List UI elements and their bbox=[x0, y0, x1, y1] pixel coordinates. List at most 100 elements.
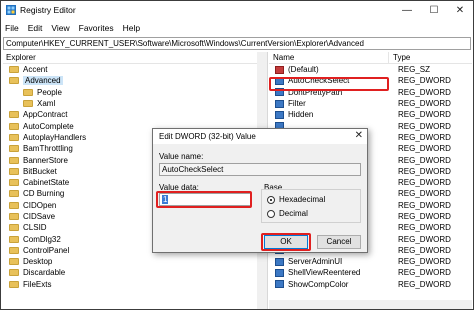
tree-header: Explorer bbox=[3, 52, 267, 64]
folder-icon bbox=[9, 167, 19, 175]
tree-item-label: ControlPanel bbox=[23, 245, 70, 255]
tree-item-label: CD Burning bbox=[23, 189, 65, 199]
cancel-button[interactable]: Cancel bbox=[317, 235, 361, 249]
folder-icon bbox=[9, 122, 19, 130]
dword-value-icon bbox=[275, 257, 284, 266]
tree-item[interactable]: Accent bbox=[3, 64, 267, 75]
menu-file[interactable]: File bbox=[5, 23, 19, 33]
tree-item-label: CIDSave bbox=[23, 212, 56, 221]
value-name: ShellViewReentered bbox=[288, 268, 361, 278]
value-row[interactable]: (Default) REG_SZ bbox=[269, 64, 472, 75]
column-type-header[interactable]: Type bbox=[389, 52, 410, 63]
tree-item[interactable]: AppContract bbox=[3, 109, 267, 120]
value-type: REG_DWORD bbox=[398, 223, 451, 233]
tree-item[interactable]: Discardable bbox=[3, 267, 267, 278]
value-name: Hidden bbox=[288, 110, 314, 120]
folder-icon bbox=[9, 224, 19, 232]
tree-item[interactable]: People bbox=[3, 87, 267, 98]
value-type: REG_DWORD bbox=[398, 76, 451, 86]
tree-item[interactable]: Xaml bbox=[3, 98, 267, 109]
value-type: REG_SZ bbox=[398, 65, 431, 75]
tree-item-label: People bbox=[37, 87, 62, 97]
folder-icon bbox=[9, 66, 19, 74]
tree-item[interactable]: FileExts bbox=[3, 279, 267, 290]
folder-icon bbox=[9, 213, 19, 220]
folder-icon bbox=[9, 77, 19, 85]
value-type: REG_DWORD bbox=[398, 279, 451, 289]
value-row[interactable]: ShellViewReentered REG_DWORD bbox=[269, 267, 472, 278]
tree-item-label: Accent bbox=[23, 65, 48, 75]
dword-value-icon bbox=[275, 99, 284, 108]
menu-help[interactable]: Help bbox=[123, 23, 140, 33]
menu-edit[interactable]: Edit bbox=[28, 23, 43, 33]
value-row[interactable]: Filter REG_DWORD bbox=[269, 98, 472, 109]
tree-item-label: BannerStore bbox=[23, 155, 68, 165]
folder-icon bbox=[23, 100, 33, 108]
value-type: REG_DWORD bbox=[398, 200, 451, 210]
minimize-button[interactable]: — bbox=[394, 1, 420, 19]
tree-item[interactable]: Advanced bbox=[3, 75, 267, 86]
tree-item-label: AutoplayHandlers bbox=[23, 132, 87, 142]
maximize-button[interactable]: ☐ bbox=[421, 1, 447, 19]
value-type: REG_DWORD bbox=[398, 245, 451, 255]
folder-icon bbox=[9, 201, 19, 209]
dialog-title: Edit DWORD (32-bit) Value bbox=[153, 129, 367, 144]
value-name-field: AutoCheckSelect bbox=[159, 163, 361, 176]
hexadecimal-radio[interactable]: Hexadecimal bbox=[267, 195, 325, 204]
folder-icon bbox=[9, 133, 19, 141]
value-name: ShowCompColor bbox=[288, 279, 349, 289]
folder-icon bbox=[9, 246, 19, 254]
folder-icon bbox=[9, 269, 19, 277]
value-data-highlight bbox=[156, 191, 252, 208]
menu-bar: File Edit View Favorites Help bbox=[1, 20, 473, 36]
menu-favorites[interactable]: Favorites bbox=[79, 23, 114, 33]
decimal-label: Decimal bbox=[279, 209, 308, 218]
value-type: REG_DWORD bbox=[398, 257, 451, 267]
value-type: REG_DWORD bbox=[398, 155, 451, 165]
value-row[interactable]: ShowCompColor REG_DWORD bbox=[269, 279, 472, 290]
tree-item-label: Discardable bbox=[23, 268, 66, 278]
column-name-header[interactable]: Name bbox=[269, 52, 389, 63]
menu-view[interactable]: View bbox=[51, 23, 69, 33]
dword-value-icon bbox=[275, 280, 284, 289]
tree-item[interactable]: Desktop bbox=[3, 256, 267, 267]
value-name-label: Value name: bbox=[159, 152, 204, 161]
tree-item-label: CIDOpen bbox=[23, 200, 57, 210]
close-button[interactable]: ✕ bbox=[447, 1, 473, 19]
decimal-radio[interactable]: Decimal bbox=[267, 209, 308, 218]
tree-item-label: BamThrottling bbox=[23, 144, 73, 154]
value-type: REG_DWORD bbox=[398, 189, 451, 199]
tree-item-label: Advanced bbox=[23, 76, 63, 86]
value-type: REG_DWORD bbox=[398, 212, 451, 221]
hexadecimal-radio-dot bbox=[267, 195, 275, 204]
value-name: (Default) bbox=[288, 65, 319, 75]
values-header: Name Type bbox=[269, 52, 472, 64]
dialog-close-button[interactable]: ✕ bbox=[355, 130, 363, 141]
folder-icon bbox=[9, 235, 19, 243]
value-type: REG_DWORD bbox=[398, 110, 451, 120]
folder-icon bbox=[23, 88, 33, 96]
folder-icon bbox=[9, 111, 19, 119]
value-type: REG_DWORD bbox=[398, 178, 451, 188]
values-horizontal-scrollbar[interactable] bbox=[269, 300, 472, 309]
tree-item-label: CabinetState bbox=[23, 178, 70, 188]
title-bar[interactable]: Registry Editor — ☐ ✕ bbox=[1, 1, 473, 19]
value-name: ServerAdminUI bbox=[288, 257, 343, 267]
highlight-box bbox=[269, 77, 389, 91]
window-title: Registry Editor bbox=[20, 5, 76, 15]
folder-icon bbox=[9, 145, 19, 153]
tree-item-label: AutoComplete bbox=[23, 121, 74, 131]
tree-item-label: FileExts bbox=[23, 279, 52, 289]
folder-icon bbox=[9, 156, 19, 164]
tree-item-label: Xaml bbox=[37, 99, 56, 109]
address-bar[interactable]: Computer\HKEY_CURRENT_USER\Software\Micr… bbox=[3, 37, 471, 50]
decimal-radio-dot bbox=[267, 209, 275, 218]
registry-icon bbox=[6, 5, 16, 15]
value-type: REG_DWORD bbox=[398, 87, 451, 97]
value-type: REG_DWORD bbox=[398, 132, 451, 142]
value-type: REG_DWORD bbox=[398, 121, 451, 131]
tree-item-label: AppContract bbox=[23, 110, 68, 120]
value-row[interactable]: Hidden REG_DWORD bbox=[269, 109, 472, 120]
value-row[interactable]: ServerAdminUI REG_DWORD bbox=[269, 256, 472, 267]
value-type: REG_DWORD bbox=[398, 234, 451, 244]
